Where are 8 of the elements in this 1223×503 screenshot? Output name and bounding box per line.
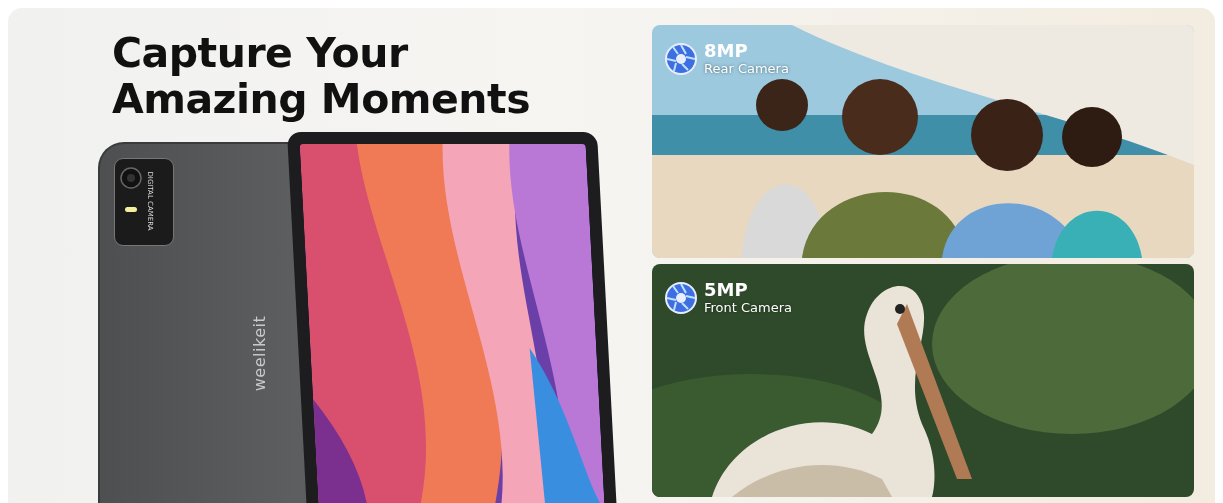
heading: Capture Your Amazing Moments [112,30,531,122]
aperture-icon [664,42,698,76]
aperture-icon [664,281,698,315]
camera-name: Rear Camera [704,61,789,77]
resolution: 5MP [704,280,749,300]
resolution: 8MP [704,41,749,61]
camera-name: Front Camera [704,300,793,316]
brand-logo: weelikeit [250,315,270,392]
